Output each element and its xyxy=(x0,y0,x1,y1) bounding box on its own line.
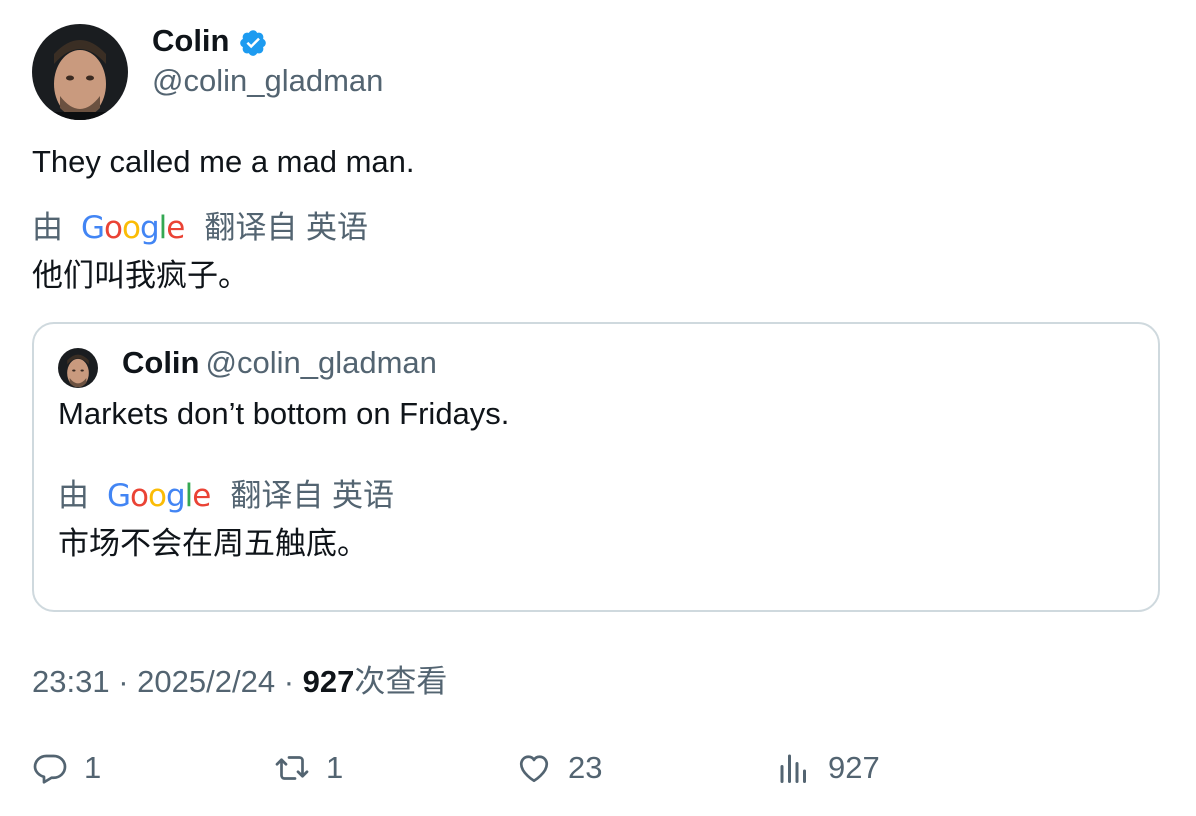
quoted-google-logo: Google xyxy=(107,478,211,514)
meta-separator: · xyxy=(118,664,129,699)
like-icon xyxy=(519,755,549,783)
like-button[interactable]: 23 xyxy=(516,748,602,788)
views-icon xyxy=(780,754,806,783)
quoted-translation-by-label: 由 xyxy=(58,478,89,513)
author-name-label: Colin xyxy=(152,23,230,58)
quoted-translation-from-label: 翻译自 英语 xyxy=(230,478,394,513)
views-action-count: 927 xyxy=(828,750,880,785)
google-logo: Google xyxy=(81,210,185,246)
views-button[interactable]: 927 xyxy=(776,748,880,788)
tweet-meta: 23:31 · 2025/2/24 · 927次查看 xyxy=(32,662,447,702)
retweet-button[interactable]: 1 xyxy=(274,748,343,788)
quoted-author-avatar xyxy=(58,348,98,388)
quoted-author-handle: @colin_gladman xyxy=(205,345,437,380)
quoted-translated-text: 市场不会在周五触底。 xyxy=(58,526,368,561)
reply-count: 1 xyxy=(84,750,102,785)
verified-badge-icon xyxy=(238,28,268,58)
reply-button[interactable]: 1 xyxy=(32,748,101,788)
author-name[interactable]: Colin xyxy=(152,22,268,60)
retweet-icon xyxy=(275,756,309,780)
views-label: 次查看 xyxy=(354,664,448,699)
translated-text: 他们叫我疯子。 xyxy=(32,258,249,293)
quoted-author: Colin @colin_gladman xyxy=(122,344,437,382)
tweet-date[interactable]: 2025/2/24 xyxy=(137,664,275,699)
translation-by-label: 由 xyxy=(32,210,63,245)
retweet-count: 1 xyxy=(326,750,344,785)
views-count: 927 xyxy=(302,664,355,699)
quoted-tweet-text: Markets don’t bottom on Fridays. xyxy=(58,396,510,431)
tweet-text: They called me a mad man. xyxy=(32,144,415,179)
translation-attribution: 由 Google 翻译自 英语 xyxy=(32,208,368,248)
quoted-author-name: Colin xyxy=(122,345,200,380)
like-count: 23 xyxy=(568,750,603,785)
tweet-time[interactable]: 23:31 xyxy=(32,664,110,699)
author-avatar[interactable] xyxy=(32,24,128,120)
quoted-translation-attribution: 由 Google 翻译自 英语 xyxy=(58,476,394,516)
reply-icon xyxy=(33,754,67,784)
author-handle[interactable]: @colin_gladman xyxy=(152,62,383,100)
meta-separator-2: · xyxy=(283,664,295,699)
translation-from-label[interactable]: 翻译自 英语 xyxy=(204,208,368,248)
